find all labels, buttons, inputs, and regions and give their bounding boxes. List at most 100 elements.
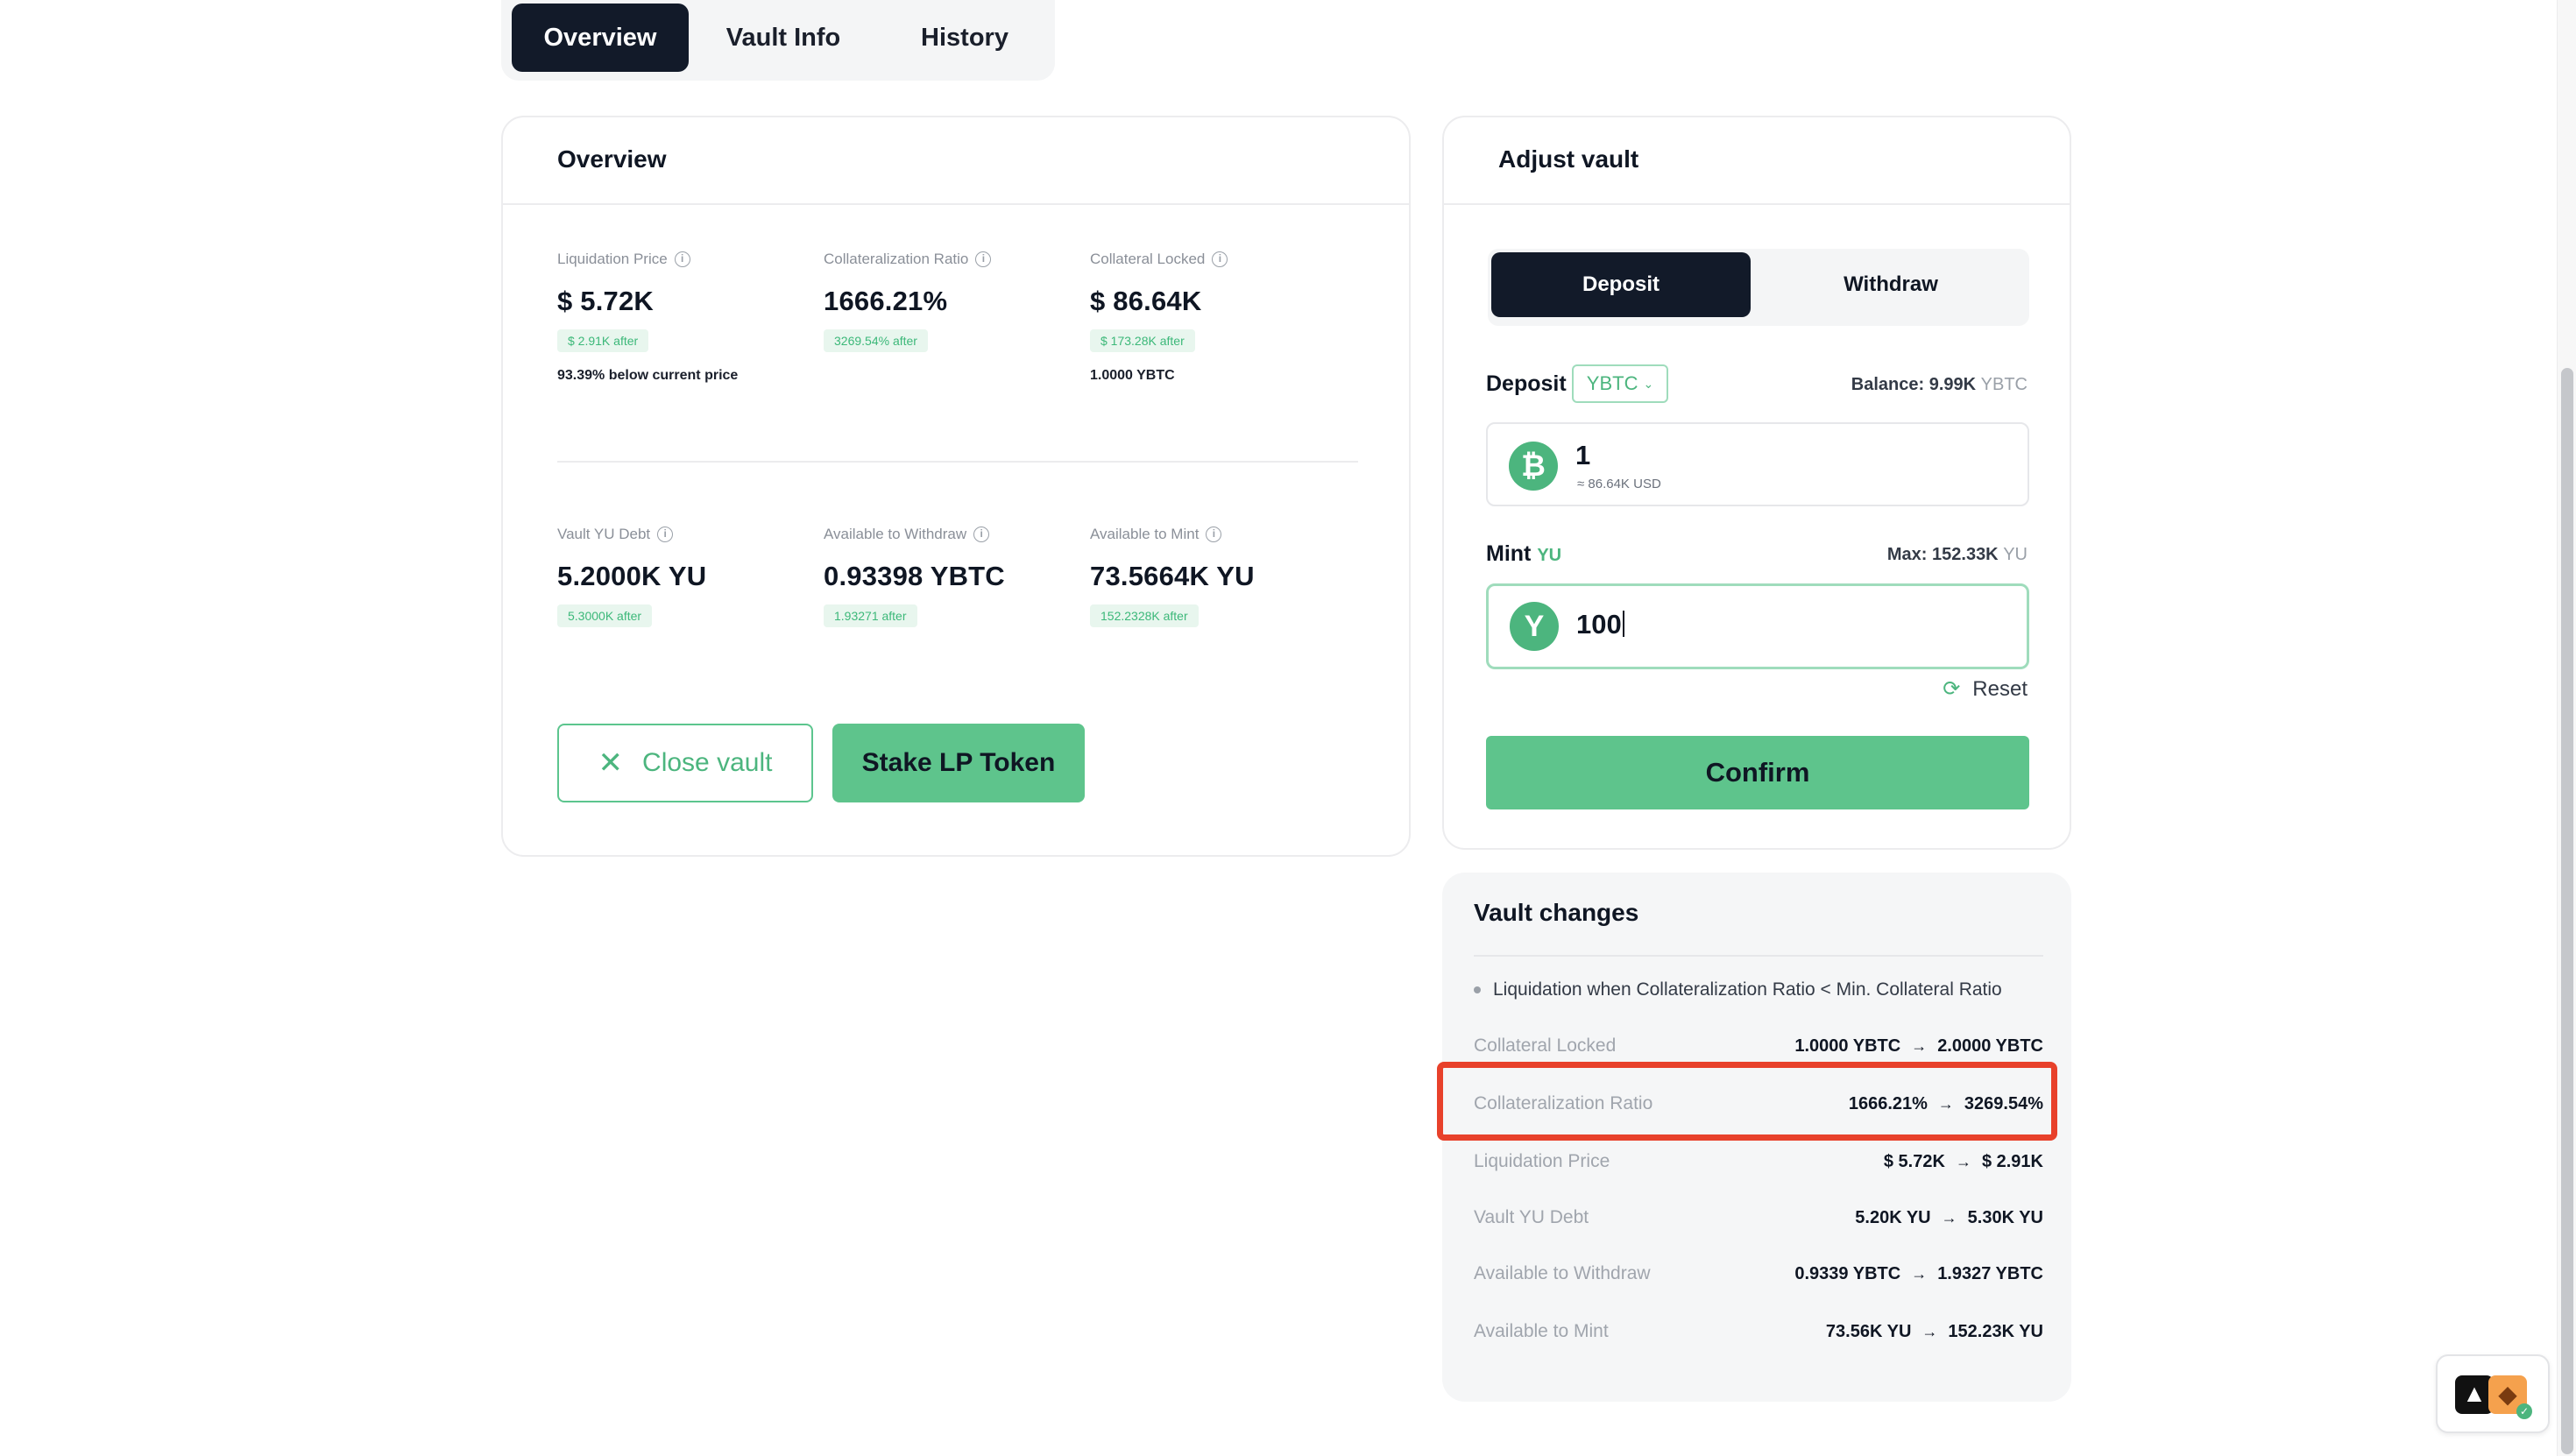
refresh-icon: ⟳ — [1943, 677, 1961, 701]
change-row-collateral-locked: Collateral Locked 1.0000 YBTC → 2.0000 YBT… — [1474, 1028, 2043, 1064]
stat-value: 1666.21% — [824, 286, 948, 316]
arrow-right-icon: → — [1941, 1208, 1957, 1226]
stat-available-to-mint: Available to Mint i 73.5664K YU 152.2328K… — [1090, 526, 1353, 627]
scrollbar[interactable] — [2557, 0, 2576, 1456]
change-row-liquidation-price: Liquidation Price $ 5.72K → $ 2.91K — [1474, 1144, 2043, 1179]
stat-label: Collateralization Ratio — [824, 251, 969, 267]
arrow-right-icon: → — [1955, 1152, 1971, 1170]
change-label: Vault YU Debt — [1474, 1207, 1589, 1227]
mint-amount-field[interactable]: Y 100 — [1486, 583, 2029, 669]
stat-value: $ 5.72K — [557, 286, 654, 316]
deposit-withdraw-toggle: Deposit Withdraw — [1488, 249, 2029, 326]
change-label: Liquidation Price — [1474, 1151, 1610, 1171]
change-from: 73.56K YU — [1825, 1321, 1912, 1341]
stat-liquidation-price: Liquidation Price i $ 5.72K $ 2.91K after… — [557, 251, 820, 384]
balance-text: Balance: 9.99K — [1851, 375, 1977, 394]
change-from: 5.20K YU — [1855, 1207, 1931, 1227]
mint-unit: YU — [1537, 546, 1562, 565]
arrow-right-icon: → — [1911, 1036, 1928, 1055]
change-to: 2.0000 YBTC — [1937, 1035, 2043, 1056]
stat-value: $ 86.64K — [1090, 286, 1202, 316]
reset-label: Reset — [1972, 676, 2028, 701]
info-icon[interactable]: i — [975, 251, 992, 267]
wallet-widget[interactable]: ▲ ◆ ✓ — [2436, 1354, 2550, 1433]
change-from: $ 5.72K — [1883, 1151, 1945, 1171]
info-icon[interactable]: i — [657, 527, 674, 542]
close-icon: ✕ — [598, 746, 624, 780]
stake-lp-token-button[interactable]: Stake LP Token — [832, 724, 1085, 802]
change-from: 1.0000 YBTC — [1794, 1035, 1901, 1056]
mint-label: Mint YU — [1486, 541, 1561, 567]
tab-history[interactable]: History — [878, 4, 1051, 72]
change-to: $ 2.91K — [1981, 1151, 2043, 1171]
tab-overview[interactable]: Overview — [512, 4, 689, 72]
after-badge: $ 2.91K after — [557, 329, 649, 352]
stat-label: Vault YU Debt — [557, 526, 651, 542]
stat-collateralization-ratio: Collateralization Ratio i 1666.21% 3269.5… — [824, 251, 1086, 352]
change-row-available-to-mint: Available to Mint 73.56K YU → 152.23K YU — [1474, 1314, 2043, 1349]
vault-changes-title: Vault changes — [1474, 899, 1639, 926]
close-vault-button[interactable]: ✕ Close vault — [557, 724, 813, 802]
deposit-usd-estimate: ≈ 86.64K USD — [1577, 477, 1661, 491]
stats-divider — [557, 461, 1358, 463]
liquidation-note: Liquidation when Collateralization Ratio… — [1474, 979, 2002, 1000]
change-label: Available to Mint — [1474, 1321, 1609, 1341]
token-select[interactable]: YBTC ⌄ — [1572, 364, 1668, 403]
bitcoin-icon: ₿ — [1509, 442, 1558, 491]
change-to: 152.23K YU — [1948, 1321, 2043, 1341]
vault-changes-divider — [1474, 955, 2043, 957]
stat-value: 5.2000K YU — [557, 561, 707, 591]
liquidation-note-text: Liquidation when Collateralization Ratio… — [1493, 979, 2002, 1000]
deposit-amount-value[interactable]: 1 — [1575, 440, 1996, 471]
confirm-button[interactable]: Confirm — [1486, 736, 2029, 809]
connected-check-icon: ✓ — [2516, 1403, 2532, 1419]
balance-unit: YBTC — [1980, 375, 2028, 394]
reset-button[interactable]: ⟳ Reset — [1943, 676, 2028, 702]
mint-amount-input[interactable]: 100 — [1576, 609, 1997, 640]
deposit-label: Deposit — [1486, 371, 1567, 396]
info-icon[interactable]: i — [1212, 251, 1228, 267]
change-to: 1.9327 YBTC — [1937, 1263, 2043, 1283]
adjust-vault-title: Adjust vault — [1498, 145, 1639, 173]
annotation-highlight-box — [1437, 1062, 2057, 1141]
deposit-balance: Balance: 9.99K YBTC — [1851, 375, 2028, 395]
stat-vault-yu-debt: Vault YU Debt i 5.2000K YU 5.3000K after — [557, 526, 820, 627]
bullet-dot — [1474, 986, 1481, 993]
stat-value: 73.5664K YU — [1090, 561, 1255, 591]
mint-amount-value: 100 — [1576, 609, 1622, 640]
arrow-right-icon: → — [1911, 1264, 1928, 1283]
chevron-down-icon: ⌄ — [1643, 376, 1654, 391]
info-icon[interactable]: i — [674, 251, 690, 267]
info-icon[interactable]: i — [1206, 527, 1222, 542]
text-caret — [1622, 611, 1624, 637]
change-row-available-to-withdraw: Available to Withdraw 0.9339 YBTC → 1.9327… — [1474, 1256, 2043, 1291]
scrollbar-thumb[interactable] — [2561, 368, 2573, 1454]
change-to: 5.30K YU — [1967, 1207, 2043, 1227]
deposit-amount-field[interactable]: ₿ 1 ≈ 86.64K USD — [1486, 422, 2029, 506]
after-badge: $ 173.28K after — [1090, 329, 1195, 352]
stat-label: Liquidation Price — [557, 251, 668, 267]
deposit-tab[interactable]: Deposit — [1491, 252, 1751, 317]
tab-vault-info[interactable]: Vault Info — [696, 4, 871, 72]
mint-max: Max: 152.33K YU — [1887, 545, 2028, 565]
after-badge: 5.3000K after — [557, 604, 653, 627]
stat-label: Collateral Locked — [1090, 251, 1206, 267]
stat-label: Available to Withdraw — [824, 526, 967, 542]
max-unit: YU — [2003, 545, 2028, 564]
stat-available-to-withdraw: Available to Withdraw i 0.93398 YBTC 1.93… — [824, 526, 1086, 627]
tab-bar: Overview Vault Info History — [501, 0, 1055, 81]
stat-label: Available to Mint — [1090, 526, 1200, 542]
change-row-vault-yu-debt: Vault YU Debt 5.20K YU → 5.30K YU — [1474, 1200, 2043, 1235]
yu-token-icon: Y — [1510, 602, 1559, 651]
after-badge: 152.2328K after — [1090, 604, 1199, 627]
info-icon[interactable]: i — [973, 527, 990, 542]
stat-note: 93.39% below current price — [557, 368, 739, 383]
max-text: Max: 152.33K — [1886, 545, 1999, 564]
stat-note: 1.0000 YBTC — [1090, 368, 1175, 383]
close-vault-label: Close vault — [642, 748, 773, 777]
stat-collateral-locked: Collateral Locked i $ 86.64K $ 173.28K af… — [1090, 251, 1353, 384]
change-label: Collateral Locked — [1474, 1035, 1617, 1056]
mint-label-text: Mint — [1486, 541, 1532, 566]
adjust-vault-card: Adjust vault Deposit Withdraw Deposit YB… — [1442, 116, 2071, 850]
withdraw-tab[interactable]: Withdraw — [1756, 252, 2026, 317]
